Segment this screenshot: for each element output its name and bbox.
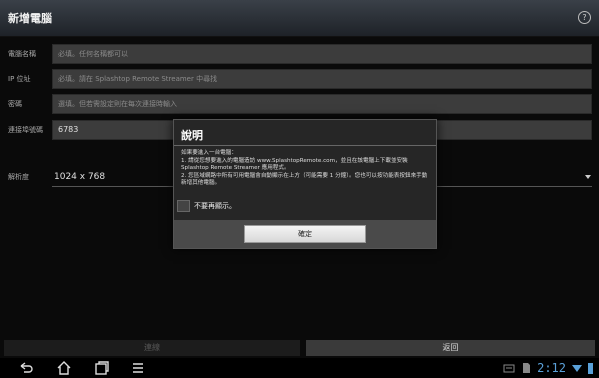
help-icon[interactable]: ? xyxy=(578,11,591,24)
page-title: 新增電腦 xyxy=(8,12,52,25)
ok-button[interactable]: 確定 xyxy=(244,225,366,243)
notification-icon[interactable] xyxy=(503,362,515,374)
dialog-footer: 確定 xyxy=(174,220,436,248)
dont-show-again-row: 不要再顯示。 xyxy=(177,200,236,212)
back-button[interactable]: 返回 xyxy=(306,340,595,356)
password-row: 密碼 選填。但若需設定則在每次連接時輸入 xyxy=(0,94,599,114)
menu-icon[interactable] xyxy=(130,360,146,376)
dropdown-caret-icon[interactable] xyxy=(585,175,591,179)
dialog-body: 如果要進入一台電腦： 1. 請從您想要進入的電腦造訪 www.Splashtop… xyxy=(181,150,431,188)
back-nav-icon[interactable] xyxy=(18,360,34,376)
battery-icon xyxy=(588,363,593,374)
ip-address-row: IP 位址 必填。請在 Splashtop Remote Streamer 中尋… xyxy=(0,69,599,89)
port-label: 連接埠號碼 xyxy=(8,126,43,134)
resolution-label: 解析度 xyxy=(8,173,29,181)
recent-apps-icon[interactable] xyxy=(94,360,110,376)
computer-name-input[interactable]: 必填。任何名稱都可以 xyxy=(52,44,592,64)
dialog-title: 說明 xyxy=(181,129,203,142)
title-bar: 新增電腦 ? xyxy=(0,0,599,37)
sd-card-icon xyxy=(523,363,531,373)
computer-name-row: 電腦名稱 必填。任何名稱都可以 xyxy=(0,44,599,64)
clock: 2:12 xyxy=(537,361,566,375)
home-nav-icon[interactable] xyxy=(56,360,72,376)
action-bar: 連線 返回 xyxy=(0,340,599,356)
dont-show-again-label: 不要再顯示。 xyxy=(194,202,236,210)
password-input[interactable]: 選填。但若需設定則在每次連接時輸入 xyxy=(52,94,592,114)
password-label: 密碼 xyxy=(8,100,22,108)
connect-button[interactable]: 連線 xyxy=(4,340,300,356)
ip-address-label: IP 位址 xyxy=(8,75,31,83)
computer-name-label: 電腦名稱 xyxy=(8,50,36,58)
dialog-body-line: 如果要進入一台電腦： xyxy=(181,150,237,156)
help-dialog: 說明 如果要進入一台電腦： 1. 請從您想要進入的電腦造訪 www.Splash… xyxy=(173,119,437,249)
ip-address-input[interactable]: 必填。請在 Splashtop Remote Streamer 中尋找 xyxy=(52,69,592,89)
dialog-body-line: 2. 您區域網路中所有可用電腦會自動顯示在上方（可能需要 1 分鐘）。您也可以按… xyxy=(181,172,428,187)
dont-show-again-checkbox[interactable] xyxy=(177,200,190,212)
wifi-icon xyxy=(572,365,582,372)
dialog-body-line: 1. 請從您想要進入的電腦造訪 www.SplashtopRemote.com，… xyxy=(181,157,408,172)
dialog-divider xyxy=(174,145,436,146)
status-area: 2:12 xyxy=(503,360,593,376)
system-nav-bar: 2:12 xyxy=(0,358,599,378)
